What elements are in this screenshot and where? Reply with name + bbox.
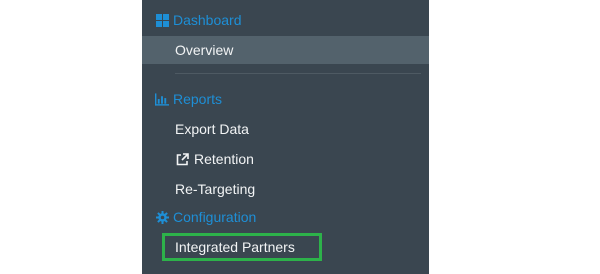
sidebar-item-integrated-partners[interactable]: Integrated Partners [142,233,429,261]
section-configuration-label: Configuration [173,209,257,225]
sidebar-item-overview-label: Overview [175,42,234,58]
section-reports[interactable]: Reports [155,88,222,110]
sidebar-item-overview[interactable]: Overview [142,36,429,64]
sidebar-item-retention[interactable]: Retention [142,145,429,173]
gear-icon [155,210,169,224]
section-reports-label: Reports [173,91,223,107]
sidebar-item-export-data-label: Export Data [175,121,249,137]
section-dashboard-label: Dashboard [173,12,242,28]
section-configuration[interactable]: Configuration [155,206,256,228]
external-link-icon [175,152,189,166]
section-dashboard[interactable]: Dashboard [155,9,242,31]
sidebar-divider [175,73,421,74]
sidebar-item-integrated-partners-label: Integrated Partners [175,239,295,255]
sidebar-item-retargeting[interactable]: Re-Targeting [142,175,429,203]
sidebar: Dashboard Overview Reports Export Data R… [142,0,429,274]
bar-chart-icon [155,92,169,106]
sidebar-item-retargeting-label: Re-Targeting [175,181,256,197]
sidebar-item-export-data[interactable]: Export Data [142,115,429,143]
sidebar-item-retention-label: Retention [194,151,254,167]
dashboard-grid-icon [155,13,169,27]
